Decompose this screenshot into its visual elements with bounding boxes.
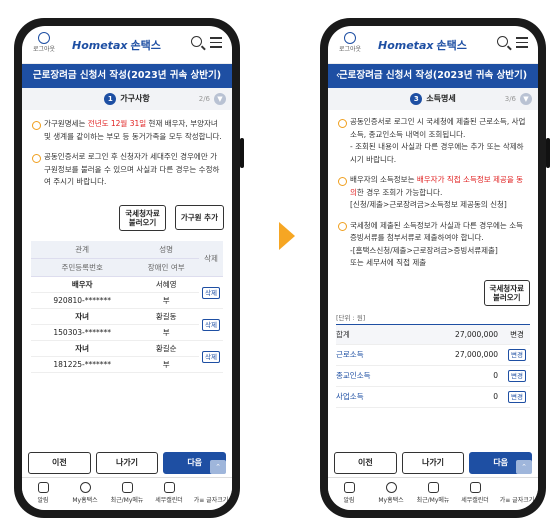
search-icon[interactable] <box>191 36 202 47</box>
notice-item: 국세청에 제출된 소득정보가 사실과 다른 경우에는 소득증빙서류를 첨부서류로… <box>338 220 528 270</box>
prev-button[interactable]: 이전 <box>334 452 397 474</box>
back-arrow-icon[interactable]: ‹ <box>336 64 340 88</box>
bell-icon <box>37 482 49 493</box>
table-row: 자녀 황길동 삭제 <box>31 308 223 341</box>
phone-frame-2: 로그아웃 Hometax 손택스 ‹ 근로장려금 신청서 작성(2023년 귀속 상… <box>320 18 550 518</box>
font-size-icon <box>206 482 217 493</box>
table-row: 종교인소득 0 변경 <box>336 366 530 387</box>
delete-button[interactable]: 삭제 <box>202 350 220 363</box>
bottom-tabbar: 알림 My홈택스 최근/My메뉴 세무캘린더 가≡ 글자크기 <box>22 477 232 510</box>
screen-household: 로그아웃 Hometax 손택스 근로장려금 신청서 작성(2023년 귀속 상반… <box>22 26 232 510</box>
person-icon <box>385 482 397 493</box>
income-table: [단위 : 원] 합계 27,000,000 변경 근로소득 27,000,000 변경… <box>336 312 530 408</box>
hometax-logo[interactable]: Hometax 손택스 <box>72 37 161 53</box>
bottom-tabbar: 알림 My홈택스 최근/My메뉴 세무캘린더 가≡ 글자크기 <box>328 477 538 510</box>
scroll-top-button[interactable]: ⌃ <box>516 460 532 474</box>
app-header: 로그아웃 Hometax 손택스 <box>22 26 232 64</box>
tab-myhometax[interactable]: My홈택스 <box>370 478 412 510</box>
change-label: 변경 <box>510 329 524 339</box>
notice-item: 공동인증서로 로그인 시 국세청에 제출된 근로소득, 사업소득, 종교인소득 … <box>338 116 528 166</box>
tab-calendar[interactable]: 세무캘린더 <box>148 478 190 510</box>
delete-button[interactable]: 삭제 <box>202 286 220 299</box>
change-button[interactable]: 변경 <box>508 348 526 361</box>
screen-income: 로그아웃 Hometax 손택스 ‹ 근로장려금 신청서 작성(2023년 귀속 상… <box>328 26 538 510</box>
table-row: 자녀 황길순 삭제 <box>31 340 223 373</box>
table-row: 사업소득 0 변경 <box>336 387 530 408</box>
logout-button[interactable]: 로그아웃 <box>338 32 362 53</box>
page-title: 근로장려금 신청서 작성(2023년 귀속 상반기) <box>22 64 232 88</box>
load-nts-data-button[interactable]: 국세청자료 불러오기 <box>483 279 530 306</box>
exit-button[interactable]: 나가기 <box>95 452 159 474</box>
hometax-logo[interactable]: Hometax 손택스 <box>378 37 467 53</box>
power-icon <box>344 32 356 44</box>
notice-item: 가구원명세는 전년도 12월 31일 현재 배우자, 부양자녀 및 생계를 같이… <box>32 118 222 143</box>
calendar-icon <box>163 482 175 493</box>
hamburger-menu-icon[interactable] <box>516 37 528 51</box>
hamburger-menu-icon[interactable] <box>210 37 222 51</box>
table-row: 합계 27,000,000 변경 <box>336 323 530 345</box>
app-header: 로그아웃 Hometax 손택스 <box>328 26 538 64</box>
logout-button[interactable]: 로그아웃 <box>32 32 56 53</box>
tab-recent-menu[interactable]: 최근/My메뉴 <box>106 478 148 510</box>
calendar-icon <box>469 482 481 493</box>
household-table: 관계 성명 삭제 주민등록번호 장애인 여부 배우자 서혜영 삭제 920810-****… <box>31 240 223 373</box>
bell-icon <box>343 482 355 493</box>
table-row: 근로소득 27,000,000 변경 <box>336 345 530 366</box>
prev-button[interactable]: 이전 <box>28 452 91 474</box>
load-nts-data-button[interactable]: 국세청자료 불러오기 <box>119 204 166 231</box>
transition-arrow <box>279 222 295 250</box>
delete-button[interactable]: 삭제 <box>202 318 220 331</box>
chevron-down-icon[interactable]: ▼ <box>520 93 532 105</box>
notice-item: 배우자의 소득정보는 배우자가 직접 소득정보 제공을 동의한 경우 조회가 가… <box>338 174 528 212</box>
star-icon <box>121 482 133 493</box>
tab-myhometax[interactable]: My홈택스 <box>64 478 106 510</box>
star-icon <box>427 482 439 493</box>
phone-frame-1: 로그아웃 Hometax 손택스 근로장려금 신청서 작성(2023년 귀속 상반… <box>14 18 244 518</box>
tab-font-size[interactable]: 가≡ 글자크기 <box>190 478 232 510</box>
step-indicator: 1 가구사항 2/6 ▼ <box>22 88 232 110</box>
phone-side-button <box>240 138 244 168</box>
tab-alarm[interactable]: 알림 <box>328 478 370 510</box>
change-button[interactable]: 변경 <box>508 390 526 403</box>
tab-calendar[interactable]: 세무캘린더 <box>454 478 496 510</box>
change-button[interactable]: 변경 <box>508 369 526 382</box>
page-title: ‹ 근로장려금 신청서 작성(2023년 귀속 상반기) <box>328 64 538 88</box>
font-size-icon <box>512 482 523 493</box>
tab-alarm[interactable]: 알림 <box>22 478 64 510</box>
step-indicator: 3 소득명세 3/6 ▼ <box>328 88 538 110</box>
add-household-member-button[interactable]: 가구원 추가 <box>174 205 224 230</box>
person-icon <box>79 482 91 493</box>
tab-font-size[interactable]: 가≡ 글자크기 <box>496 478 538 510</box>
notice-item: 공동인증서로 로그인 후 신청자가 세대주인 경우에만 가구원정보를 불러올 수… <box>32 151 222 189</box>
search-icon[interactable] <box>497 36 508 47</box>
scroll-top-button[interactable]: ⌃ <box>210 460 226 474</box>
tab-recent-menu[interactable]: 최근/My메뉴 <box>412 478 454 510</box>
exit-button[interactable]: 나가기 <box>401 452 465 474</box>
table-row: 배우자 서혜영 삭제 <box>31 276 223 309</box>
chevron-down-icon[interactable]: ▼ <box>214 93 226 105</box>
power-icon <box>38 32 50 44</box>
phone-side-button <box>546 138 550 168</box>
